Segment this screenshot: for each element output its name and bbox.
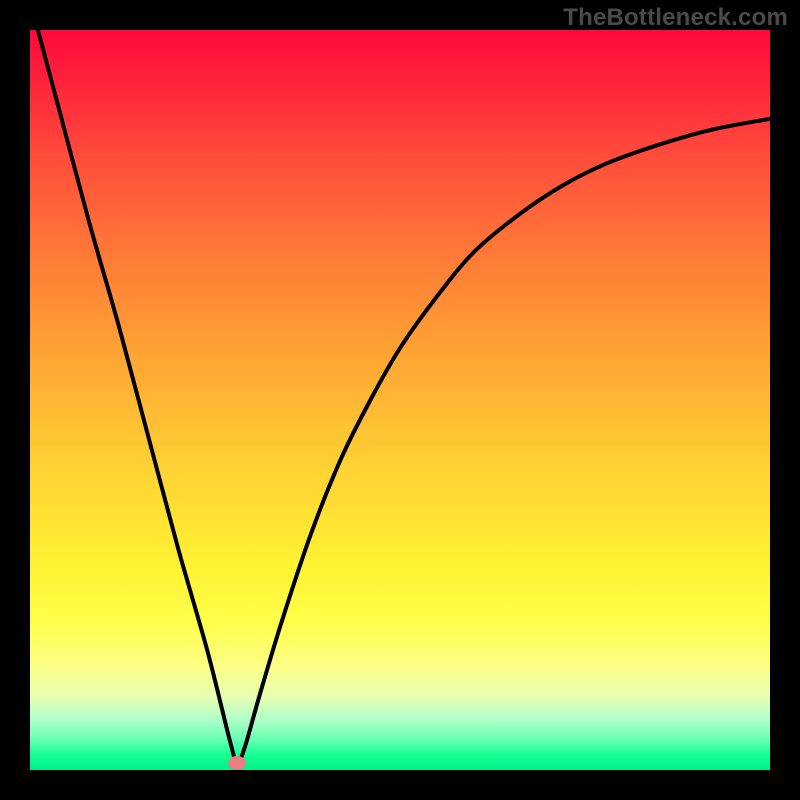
minimum-dot: [228, 756, 246, 770]
watermark-text: TheBottleneck.com: [563, 4, 788, 32]
bottleneck-curve: [30, 30, 770, 763]
chart-plot-area: [30, 30, 770, 770]
curve-layer: [30, 30, 770, 770]
